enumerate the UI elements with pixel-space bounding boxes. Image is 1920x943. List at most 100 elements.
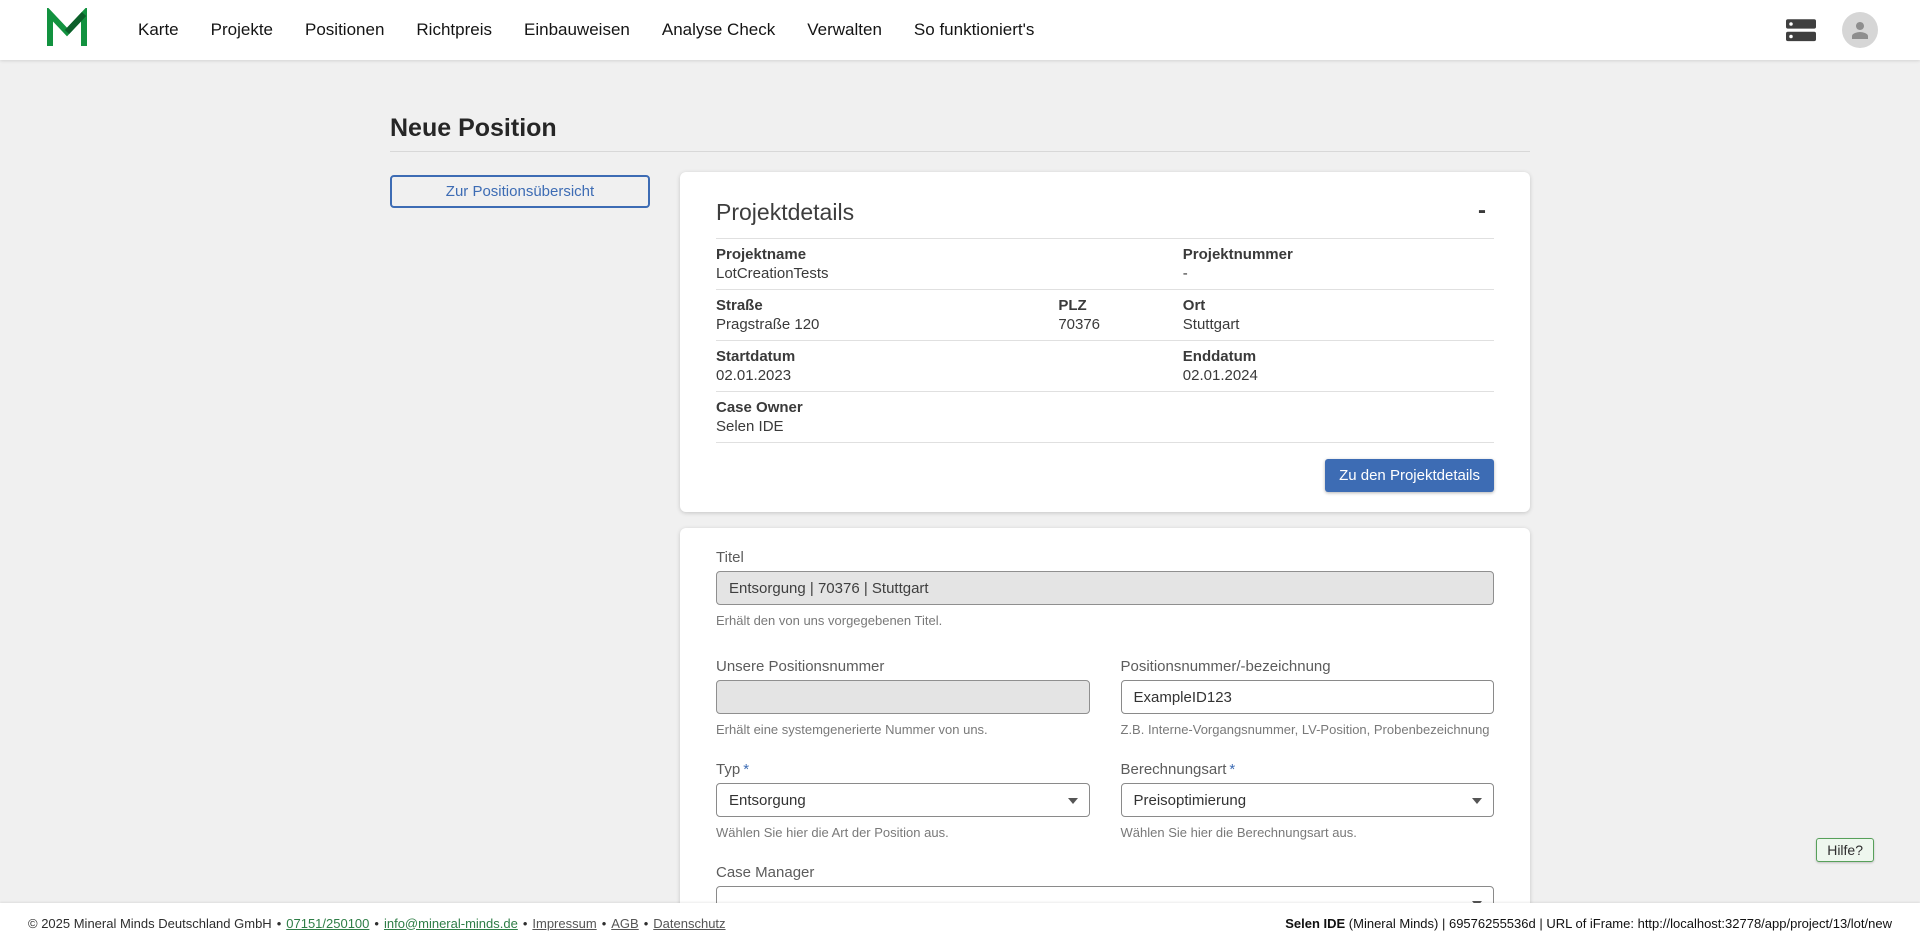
- empty-cell: [1058, 348, 1182, 384]
- berechnungsart-field: Berechnungsart* Preisoptimierung Wählen …: [1121, 762, 1495, 841]
- positionsnummer-helper-text: Z.B. Interne-Vorgangsnummer, LV-Position…: [1121, 722, 1495, 738]
- positionsnummer-label: Positionsnummer/-bezeichnung: [1121, 659, 1495, 675]
- required-asterisk: *: [743, 761, 749, 778]
- project-details-title: Projektdetails: [716, 198, 854, 226]
- berechnungsart-select-value: Preisoptimierung: [1134, 792, 1247, 809]
- table-row: Startdatum 02.01.2023 Enddatum 02.01.202…: [716, 340, 1494, 391]
- email-link[interactable]: info@mineral-minds.de: [384, 916, 518, 931]
- go-to-project-details-button[interactable]: Zu den Projektdetails: [1325, 459, 1494, 492]
- user-avatar[interactable]: [1842, 12, 1878, 48]
- plz-cell: PLZ 70376: [1058, 297, 1182, 333]
- empty-cell: [1183, 399, 1494, 435]
- projektnummer-label: Projektnummer: [1183, 246, 1494, 263]
- berechnungsart-label: Berechnungsart*: [1121, 762, 1495, 778]
- positionsnummer-field: Positionsnummer/-bezeichnung Z.B. Intern…: [1121, 659, 1495, 738]
- title-divider: [390, 151, 1530, 152]
- berechnungsart-label-text: Berechnungsart: [1121, 761, 1227, 778]
- nav-item-positionen[interactable]: Positionen: [305, 0, 384, 60]
- back-to-positions-button[interactable]: Zur Positionsübersicht: [390, 175, 650, 208]
- projektname-value: LotCreationTests: [716, 265, 1058, 282]
- titel-field: Titel Erhält den von uns vorgegebenen Ti…: [716, 550, 1494, 629]
- plz-value: 70376: [1058, 316, 1182, 333]
- berechnungsart-helper-text: Wählen Sie hier die Berechnungsart aus.: [1121, 825, 1495, 841]
- table-row: Projektname LotCreationTests Projektnumm…: [716, 238, 1494, 289]
- main-content: Neue Position Zur Positionsübersicht Pro…: [0, 0, 1920, 943]
- nav-item-karte[interactable]: Karte: [138, 0, 179, 60]
- main-nav: Karte Projekte Positionen Richtpreis Ein…: [138, 0, 1786, 60]
- collapse-card-button[interactable]: -: [1470, 198, 1494, 224]
- mineral-minds-logo-icon: [46, 8, 88, 53]
- strasse-label: Straße: [716, 297, 1058, 314]
- typ-select-value: Entsorgung: [729, 792, 806, 809]
- nav-right-section: [1786, 12, 1878, 48]
- separator: •: [644, 916, 649, 931]
- nav-item-analyse-check[interactable]: Analyse Check: [662, 0, 775, 60]
- startdatum-label: Startdatum: [716, 348, 1058, 365]
- unsere-positionsnummer-helper-text: Erhält eine systemgenerierte Nummer von …: [716, 722, 1090, 738]
- strasse-value: Pragstraße 120: [716, 316, 1058, 333]
- project-details-header: Projektdetails -: [716, 198, 1494, 226]
- footer-right: Selen IDE (Mineral Minds) | 69576255536d…: [1285, 916, 1892, 931]
- typ-select[interactable]: Entsorgung: [716, 783, 1090, 817]
- unsere-positionsnummer-label: Unsere Positionsnummer: [716, 659, 1090, 675]
- case-owner-value: Selen IDE: [716, 418, 1058, 435]
- positionsnummer-input[interactable]: [1121, 680, 1495, 714]
- projektname-cell: Projektname LotCreationTests: [716, 246, 1058, 282]
- copyright-text: © 2025 Mineral Minds Deutschland GmbH: [28, 916, 272, 931]
- agb-link[interactable]: AGB: [611, 916, 638, 931]
- required-asterisk: *: [1229, 761, 1235, 778]
- page-title: Neue Position: [390, 114, 1530, 142]
- project-details-table: Projektname LotCreationTests Projektnumm…: [716, 238, 1494, 443]
- startdatum-cell: Startdatum 02.01.2023: [716, 348, 1058, 384]
- app-logo[interactable]: [46, 8, 88, 53]
- type-calculation-row: Typ* Entsorgung Wählen Sie hier die Art …: [716, 762, 1494, 841]
- projektname-label: Projektname: [716, 246, 1058, 263]
- titel-label: Titel: [716, 550, 1494, 566]
- typ-label: Typ*: [716, 762, 1090, 778]
- top-navigation-bar: Karte Projekte Positionen Richtpreis Ein…: [0, 0, 1920, 60]
- projektnummer-cell: Projektnummer -: [1183, 246, 1494, 282]
- separator: •: [602, 916, 607, 931]
- nav-item-verwalten[interactable]: Verwalten: [807, 0, 882, 60]
- separator: •: [374, 916, 379, 931]
- session-user: Selen IDE: [1285, 916, 1345, 931]
- content-container: Neue Position Zur Positionsübersicht Pro…: [390, 60, 1530, 943]
- ort-cell: Ort Stuttgart: [1183, 297, 1494, 333]
- help-button[interactable]: Hilfe?: [1816, 838, 1874, 862]
- projektnummer-value: -: [1183, 265, 1494, 282]
- right-column: Projektdetails - Projektname LotCreation…: [680, 172, 1530, 943]
- enddatum-label: Enddatum: [1183, 348, 1494, 365]
- empty-cell: [1058, 246, 1182, 282]
- person-icon: [1848, 18, 1872, 42]
- separator: •: [523, 916, 528, 931]
- table-row: Straße Pragstraße 120 PLZ 70376 Ort Stut…: [716, 289, 1494, 340]
- ort-label: Ort: [1183, 297, 1494, 314]
- server-terminal-icon[interactable]: [1786, 19, 1816, 42]
- project-details-card: Projektdetails - Projektname LotCreation…: [680, 172, 1530, 512]
- separator: •: [277, 916, 282, 931]
- case-owner-cell: Case Owner Selen IDE: [716, 399, 1058, 435]
- new-position-form-card: Titel Erhält den von uns vorgegebenen Ti…: [680, 528, 1530, 943]
- unsere-positionsnummer-input: [716, 680, 1090, 714]
- nav-item-so-funktionierts[interactable]: So funktioniert's: [914, 0, 1034, 60]
- session-info: (Mineral Minds) | 69576255536d | URL of …: [1349, 916, 1892, 931]
- impressum-link[interactable]: Impressum: [532, 916, 596, 931]
- left-column: Zur Positionsübersicht: [390, 172, 680, 208]
- typ-label-text: Typ: [716, 761, 740, 778]
- case-manager-label: Case Manager: [716, 865, 1494, 881]
- phone-link[interactable]: 07151/250100: [286, 916, 369, 931]
- nav-item-richtpreis[interactable]: Richtpreis: [416, 0, 492, 60]
- nav-item-projekte[interactable]: Projekte: [211, 0, 273, 60]
- chevron-down-icon: [1472, 798, 1482, 804]
- nav-item-einbauweisen[interactable]: Einbauweisen: [524, 0, 630, 60]
- case-owner-label: Case Owner: [716, 399, 1058, 416]
- empty-cell: [1058, 399, 1182, 435]
- unsere-positionsnummer-field: Unsere Positionsnummer Erhält eine syste…: [716, 659, 1090, 738]
- strasse-cell: Straße Pragstraße 120: [716, 297, 1058, 333]
- berechnungsart-select[interactable]: Preisoptimierung: [1121, 783, 1495, 817]
- position-number-row: Unsere Positionsnummer Erhält eine syste…: [716, 659, 1494, 738]
- startdatum-value: 02.01.2023: [716, 367, 1058, 384]
- datenschutz-link[interactable]: Datenschutz: [653, 916, 725, 931]
- footer-left: © 2025 Mineral Minds Deutschland GmbH • …: [28, 916, 726, 931]
- typ-field: Typ* Entsorgung Wählen Sie hier die Art …: [716, 762, 1090, 841]
